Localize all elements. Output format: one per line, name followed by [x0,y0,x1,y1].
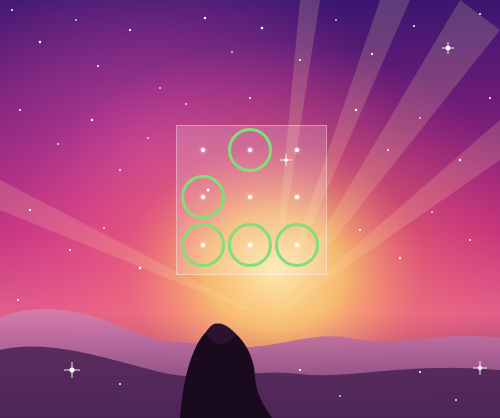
pattern-dot [201,148,205,152]
pattern-node-r3c1[interactable] [181,223,225,267]
pattern-dot [295,148,299,152]
pattern-node-r2c2[interactable] [228,175,272,219]
pattern-node-r3c2[interactable] [228,223,272,267]
pattern-dot [248,195,252,199]
pattern-node-r2c3[interactable] [275,175,319,219]
pattern-node-r1c3[interactable] [275,128,319,172]
pattern-node-r1c2[interactable] [228,128,272,172]
pattern-node-r2c1[interactable] [181,175,225,219]
pattern-dot [295,243,299,247]
pattern-lock-panel[interactable] [176,125,327,275]
pattern-dot [201,243,205,247]
pattern-node-r1c1[interactable] [181,128,225,172]
pattern-dot [201,195,205,199]
pattern-dot [248,148,252,152]
pattern-dot [295,195,299,199]
pattern-node-r3c3[interactable] [275,223,319,267]
pattern-dot [248,243,252,247]
